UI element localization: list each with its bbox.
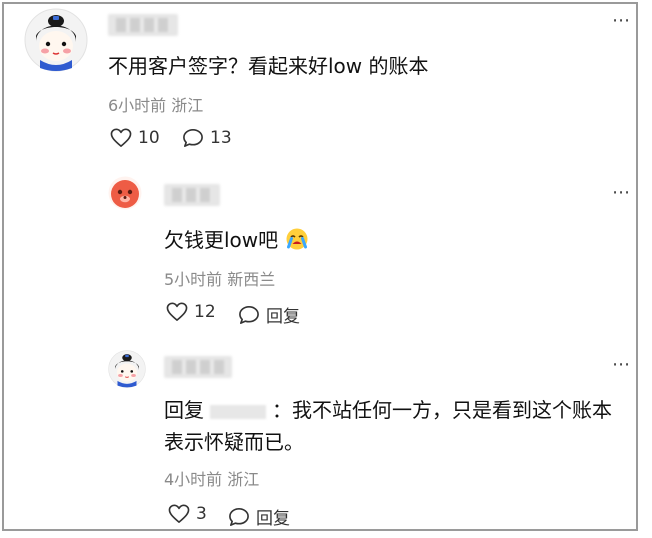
- comment-3: ⋯ 回复 ：我不站任何一方，只是看到这个账本 表示怀疑而已。 4小时前 浙江 3 …: [4, 344, 636, 529]
- like-button-1[interactable]: 10: [110, 128, 160, 148]
- reply-button-1[interactable]: 13: [182, 128, 232, 148]
- avatar-1[interactable]: [24, 8, 88, 72]
- comment-thread: ⋯ 不用客户签字？看起来好low 的账本 6小时前 浙江 10 13 ⋯ 欠钱更…: [2, 2, 638, 531]
- heart-outline-icon: [166, 302, 188, 321]
- comment-3-line2: 表示怀疑而已。: [164, 430, 304, 454]
- comment-2-text-wrap: 欠钱更low吧: [164, 224, 309, 253]
- username-2[interactable]: [164, 184, 220, 206]
- like-count-3: 3: [196, 504, 207, 524]
- comment-2-meta: 5小时前 新西兰: [164, 270, 276, 289]
- like-button-3[interactable]: 3: [168, 504, 207, 524]
- reply-count-1: 13: [210, 128, 232, 148]
- comment-2-text: 欠钱更low吧: [164, 228, 279, 252]
- comment-3-line1: 回复 ：我不站任何一方，只是看到这个账本: [164, 394, 612, 423]
- like-count-2: 12: [194, 302, 216, 322]
- like-button-2[interactable]: 12: [166, 302, 216, 322]
- reply-button-3[interactable]: 回复: [228, 504, 290, 529]
- reply-label-3: 回复: [256, 509, 290, 529]
- comment-2: ⋯ 欠钱更low吧 5小时前 新西兰 12 回复: [4, 174, 636, 344]
- more-icon[interactable]: ⋯: [612, 354, 631, 375]
- speech-bubble-outline-icon: [183, 129, 203, 147]
- username-3[interactable]: [164, 356, 232, 378]
- reply-prefix: 回复: [164, 398, 204, 422]
- heart-outline-icon: [110, 128, 132, 147]
- speech-bubble-outline-icon: [239, 305, 259, 324]
- like-count-1: 10: [138, 128, 160, 148]
- comment-1-text: 不用客户签字？看起来好low 的账本: [108, 54, 429, 78]
- comment-3-text-1: ：我不站任何一方，只是看到这个账本: [272, 398, 612, 422]
- username-1[interactable]: [108, 14, 178, 36]
- avatar-2[interactable]: [108, 176, 142, 210]
- speech-bubble-outline-icon: [229, 507, 249, 526]
- more-icon[interactable]: ⋯: [612, 10, 631, 31]
- comment-3-meta: 4小时前 浙江: [164, 470, 260, 489]
- comment-1: ⋯ 不用客户签字？看起来好low 的账本 6小时前 浙江 10 13: [4, 4, 636, 174]
- reply-label-2: 回复: [266, 307, 300, 327]
- avatar-3[interactable]: [108, 350, 146, 388]
- comment-1-meta: 6小时前 浙江: [108, 96, 204, 115]
- reply-button-2[interactable]: 回复: [238, 302, 300, 327]
- heart-outline-icon: [168, 504, 190, 523]
- crying-face-emoji-icon: [286, 228, 308, 250]
- more-icon[interactable]: ⋯: [612, 182, 631, 203]
- mentioned-username[interactable]: [210, 404, 266, 419]
